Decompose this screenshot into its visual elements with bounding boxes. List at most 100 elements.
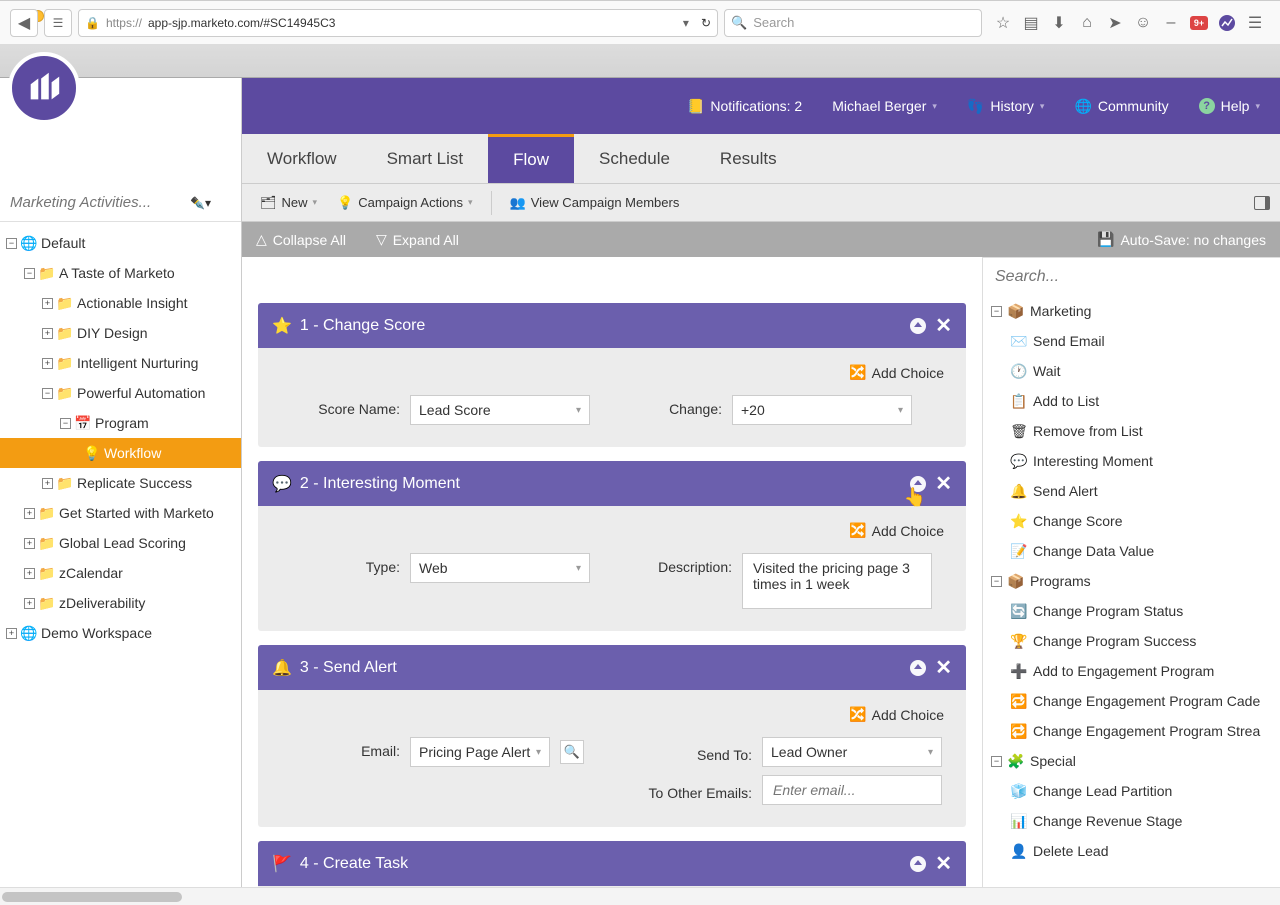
item-change-score[interactable]: ⭐Change Score <box>983 506 1280 536</box>
bookmark-icon[interactable]: ☆ <box>994 13 1012 33</box>
expand-toggle[interactable]: + <box>24 598 35 609</box>
tree-zcal[interactable]: +📁zCalendar <box>0 558 241 588</box>
description-field[interactable]: Visited the pricing page 3 times in 1 we… <box>742 553 932 609</box>
tree-demo[interactable]: +🌐Demo Workspace <box>0 618 241 648</box>
cat-special[interactable]: −🧩Special <box>983 746 1280 776</box>
tree-taste[interactable]: −📁A Taste of Marketo <box>0 258 241 288</box>
new-button[interactable]: 🗂 New <box>252 191 325 215</box>
preview-email-icon[interactable]: 🔍 <box>560 740 584 764</box>
item-send-alert[interactable]: 🔔Send Alert <box>983 476 1280 506</box>
tree-zdel[interactable]: +📁zDeliverability <box>0 588 241 618</box>
expand-toggle[interactable]: + <box>42 328 53 339</box>
marketo-logo[interactable] <box>8 52 80 124</box>
other-emails-input[interactable] <box>762 775 942 805</box>
lastpass-badge[interactable]: 9+ <box>1190 16 1208 30</box>
item-change-engagement-stream[interactable]: 🔁Change Engagement Program Strea <box>983 716 1280 746</box>
item-change-program-success[interactable]: 🏆Change Program Success <box>983 626 1280 656</box>
item-add-list[interactable]: 📋Add to List <box>983 386 1280 416</box>
item-change-revenue-stage[interactable]: 📊Change Revenue Stage <box>983 806 1280 836</box>
item-remove-list[interactable]: 🗑Remove from List <box>983 416 1280 446</box>
expand-toggle[interactable]: + <box>42 478 53 489</box>
expand-toggle[interactable]: + <box>24 538 35 549</box>
marketo-ext-icon[interactable] <box>1218 15 1236 31</box>
collapse-toggle[interactable]: − <box>42 388 53 399</box>
tree-pa[interactable]: −📁Powerful Automation <box>0 378 241 408</box>
add-choice-button[interactable]: 🔀Add Choice <box>280 522 944 553</box>
collapse-toggle[interactable]: − <box>6 238 17 249</box>
move-up-icon[interactable] <box>909 659 927 677</box>
downloads-icon[interactable]: ⬇ <box>1050 13 1068 33</box>
tree-workflow-selected[interactable]: 💡Workflow <box>0 438 241 468</box>
item-change-lead-partition[interactable]: 🧊Change Lead Partition <box>983 776 1280 806</box>
tab-smartlist[interactable]: Smart List <box>362 134 489 183</box>
item-delete-lead[interactable]: 👤Delete Lead <box>983 836 1280 866</box>
move-up-icon[interactable] <box>909 475 927 493</box>
url-field[interactable]: 🔒 https://app-sjp.marketo.com/#SC14945C3… <box>78 9 718 37</box>
smile-icon[interactable]: ☺ <box>1134 14 1152 32</box>
view-members-button[interactable]: 👥 View Campaign Members <box>502 191 688 215</box>
scroll-thumb[interactable] <box>2 892 182 902</box>
menu-icon[interactable]: ☰ <box>1246 13 1264 33</box>
item-change-program-status[interactable]: 🔄Change Program Status <box>983 596 1280 626</box>
help-menu[interactable]: ? Help <box>1199 98 1260 114</box>
collapse-toggle[interactable]: − <box>991 306 1002 317</box>
reader-icon[interactable]: ▤ <box>1022 13 1040 33</box>
flow-header[interactable]: 🚩 4 - Create Task ✕ <box>258 841 966 886</box>
item-interesting-moment[interactable]: 💬Interesting Moment <box>983 446 1280 476</box>
expand-toggle[interactable]: + <box>42 298 53 309</box>
dash-icon[interactable]: – <box>1162 14 1180 32</box>
item-change-engagement-cadence[interactable]: 🔁Change Engagement Program Cade <box>983 686 1280 716</box>
collapse-toggle[interactable]: − <box>991 756 1002 767</box>
move-up-icon[interactable] <box>909 855 927 873</box>
delete-icon[interactable]: ✕ <box>935 471 952 496</box>
tree-ai[interactable]: +📁Actionable Insight <box>0 288 241 318</box>
email-dropdown[interactable]: Pricing Page Alert <box>410 737 550 767</box>
expand-toggle[interactable]: + <box>6 628 17 639</box>
tab-results[interactable]: Results <box>695 134 802 183</box>
delete-icon[interactable]: ✕ <box>935 851 952 876</box>
collapse-all-button[interactable]: △ Collapse All <box>256 231 346 248</box>
tab-schedule[interactable]: Schedule <box>574 134 695 183</box>
reload-icon[interactable]: ↻ <box>701 16 711 30</box>
sendto-dropdown[interactable]: Lead Owner <box>762 737 942 767</box>
expand-all-button[interactable]: ▽ Expand All <box>376 231 459 248</box>
tree-program[interactable]: −📅Program <box>0 408 241 438</box>
palette-search-input[interactable] <box>995 268 1268 286</box>
collapse-toggle[interactable]: − <box>60 418 71 429</box>
expand-toggle[interactable]: + <box>24 568 35 579</box>
score-name-dropdown[interactable]: Lead Score <box>410 395 590 425</box>
item-wait[interactable]: 🕐Wait <box>983 356 1280 386</box>
tree-default[interactable]: −🌐Default <box>0 228 241 258</box>
move-up-icon[interactable] <box>909 317 927 335</box>
item-change-data-value[interactable]: 📝Change Data Value <box>983 536 1280 566</box>
notifications-link[interactable]: 📒 Notifications: 2 <box>687 98 802 115</box>
home-icon[interactable]: ⌂ <box>1078 14 1096 32</box>
community-link[interactable]: 🌐 Community <box>1074 98 1168 115</box>
add-choice-button[interactable]: 🔀Add Choice <box>280 364 944 395</box>
identity-button[interactable]: ☰ <box>44 9 72 37</box>
browser-search-field[interactable]: 🔍 Search <box>724 9 982 37</box>
flow-header[interactable]: ⭐ 1 - Change Score ✕ <box>258 303 966 348</box>
panel-toggle-icon[interactable] <box>1254 196 1270 210</box>
flow-header[interactable]: 🔔 3 - Send Alert ✕ <box>258 645 966 690</box>
tree-gls[interactable]: +📁Global Lead Scoring <box>0 528 241 558</box>
cat-marketing[interactable]: −📦Marketing <box>983 296 1280 326</box>
item-add-engagement[interactable]: ➕Add to Engagement Program <box>983 656 1280 686</box>
type-dropdown[interactable]: Web <box>410 553 590 583</box>
tab-flow[interactable]: Flow <box>488 134 574 183</box>
item-send-email[interactable]: ✉️Send Email <box>983 326 1280 356</box>
left-search-input[interactable] <box>10 194 190 211</box>
history-menu[interactable]: 👣 History <box>967 98 1045 115</box>
tree-rs[interactable]: +📁Replicate Success <box>0 468 241 498</box>
tree-diy[interactable]: +📁DIY Design <box>0 318 241 348</box>
collapse-toggle[interactable]: − <box>991 576 1002 587</box>
horizontal-scrollbar[interactable] <box>0 887 1280 905</box>
tab-workflow[interactable]: Workflow <box>242 134 362 183</box>
flow-header[interactable]: 💬 2 - Interesting Moment ✕ <box>258 461 966 506</box>
tree-gs[interactable]: +📁Get Started with Marketo <box>0 498 241 528</box>
send-icon[interactable]: ➤ <box>1106 13 1124 33</box>
filter-icon[interactable]: ✒️▾ <box>190 196 211 210</box>
campaign-actions-button[interactable]: 💡 Campaign Actions <box>329 191 481 215</box>
delete-icon[interactable]: ✕ <box>935 313 952 338</box>
user-menu[interactable]: Michael Berger <box>832 98 937 114</box>
